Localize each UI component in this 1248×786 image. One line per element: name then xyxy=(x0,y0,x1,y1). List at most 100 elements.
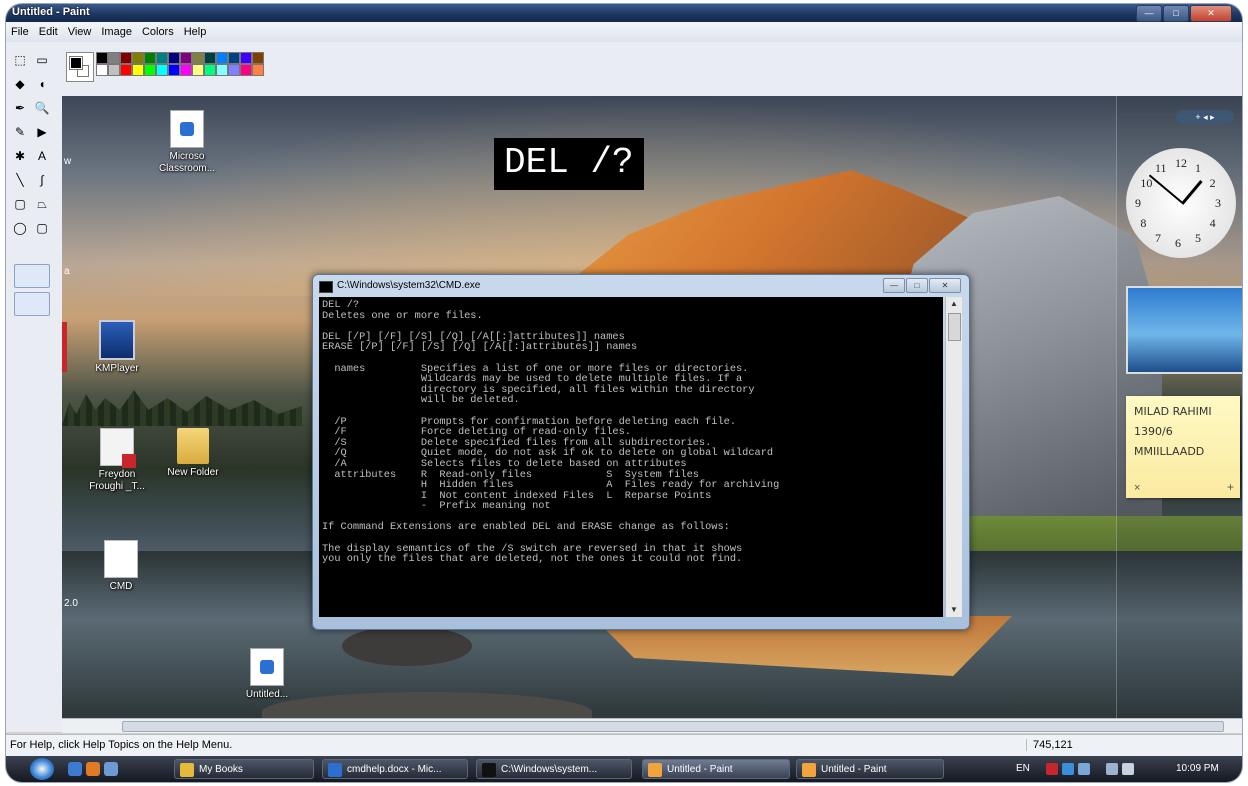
scroll-thumb[interactable] xyxy=(948,313,961,341)
scroll-up-icon[interactable]: ▲ xyxy=(946,297,962,311)
color-swatch[interactable] xyxy=(228,64,240,76)
color-swatch[interactable] xyxy=(144,52,156,64)
color-swatch[interactable] xyxy=(192,52,204,64)
left-fragment: a xyxy=(64,266,70,277)
cmd-close-button[interactable]: ✕ xyxy=(929,278,961,293)
color-swatch[interactable] xyxy=(204,52,216,64)
color-swatch[interactable] xyxy=(120,52,132,64)
menu-edit[interactable]: Edit xyxy=(34,26,63,38)
brush-icon[interactable]: ▶ xyxy=(34,124,50,140)
color-swatch[interactable] xyxy=(240,52,252,64)
firefox-icon[interactable] xyxy=(86,762,100,776)
desktop-icon-kmplayer[interactable]: KMPlayer xyxy=(82,320,152,375)
maximize-button[interactable]: □ xyxy=(1163,5,1189,22)
show-desktop-icon[interactable] xyxy=(68,762,82,776)
color-swatch[interactable] xyxy=(228,52,240,64)
cmd-minimize-button[interactable]: — xyxy=(883,278,905,293)
start-button[interactable] xyxy=(30,758,54,780)
rect-select-icon[interactable]: ▭ xyxy=(34,52,50,68)
color-swatch[interactable] xyxy=(108,64,120,76)
text-icon[interactable]: A xyxy=(34,148,50,164)
taskbar-item[interactable]: Untitled - Paint xyxy=(642,759,790,779)
color-swatch[interactable] xyxy=(96,52,108,64)
rounded-rect-icon[interactable]: ▢ xyxy=(34,220,50,236)
console-output[interactable]: DEL /? Deletes one or more files. DEL [/… xyxy=(319,297,943,617)
note-line: MMIILLAADD xyxy=(1134,445,1205,458)
color-swatch[interactable] xyxy=(168,52,180,64)
fill-icon[interactable]: ◖ xyxy=(34,76,50,92)
console-scrollbar[interactable]: ▲ ▼ xyxy=(945,297,962,617)
line-icon[interactable]: ╲ xyxy=(12,172,28,188)
tray-app-icon[interactable] xyxy=(1046,763,1058,775)
volume-icon[interactable] xyxy=(1122,763,1134,775)
taskbar-item[interactable]: C:\Windows\system... xyxy=(476,759,632,779)
cmd-maximize-button[interactable]: □ xyxy=(906,278,928,293)
free-select-icon[interactable]: ⬚ xyxy=(12,52,28,68)
pencil-icon[interactable]: ✎ xyxy=(12,124,28,140)
switch-windows-icon[interactable] xyxy=(104,762,118,776)
note-add-icon[interactable]: + xyxy=(1227,480,1234,494)
canvas-horizontal-scrollbar[interactable] xyxy=(62,718,1242,733)
color-swatch[interactable] xyxy=(144,64,156,76)
taskbar-item[interactable]: cmdhelp.docx - Mic... xyxy=(322,759,468,779)
scroll-down-icon[interactable]: ▼ xyxy=(946,603,962,617)
color-swatch[interactable] xyxy=(204,64,216,76)
color-swatch[interactable] xyxy=(108,52,120,64)
sticky-note-gadget[interactable]: MILAD RAHIMI 1390/6 MMIILLAADD × + xyxy=(1126,396,1240,498)
minimize-button[interactable]: — xyxy=(1136,5,1162,22)
color-swatch[interactable] xyxy=(240,64,252,76)
color-swatch[interactable] xyxy=(156,64,168,76)
color-swatch[interactable] xyxy=(180,64,192,76)
color-swatch[interactable] xyxy=(132,52,144,64)
menu-colors[interactable]: Colors xyxy=(137,26,179,38)
cmd-window[interactable]: C:\Windows\system32\CMD.exe — □ ✕ DEL /?… xyxy=(312,274,970,630)
desktop-icon-untitled[interactable]: Untitled... xyxy=(232,648,302,701)
color-swatch[interactable] xyxy=(132,64,144,76)
color-swatch[interactable] xyxy=(120,64,132,76)
taskbar-item[interactable]: Untitled - Paint xyxy=(796,759,944,779)
language-indicator[interactable]: EN xyxy=(1016,759,1030,779)
hscroll-thumb[interactable] xyxy=(122,721,1224,732)
tray-app-icon[interactable] xyxy=(1078,763,1090,775)
magnifier-icon[interactable]: 🔍 xyxy=(34,100,50,116)
menu-image[interactable]: Image xyxy=(96,26,137,38)
title-bar[interactable]: Untitled - Paint — □ ✕ xyxy=(6,4,1242,22)
color-swatch[interactable] xyxy=(168,64,180,76)
desktop-icon-classroom[interactable]: Microso Classroom... xyxy=(152,110,222,175)
ellipse-icon[interactable]: ◯ xyxy=(12,220,28,236)
clock-gadget[interactable]: 12 1 2 3 4 5 6 7 8 9 10 11 xyxy=(1126,148,1236,258)
close-button[interactable]: ✕ xyxy=(1190,5,1232,22)
slideshow-gadget[interactable] xyxy=(1126,286,1242,374)
color-swatch[interactable] xyxy=(192,64,204,76)
menu-view[interactable]: View xyxy=(63,26,97,38)
sidebar-controls[interactable]: + ◂ ▸ xyxy=(1176,110,1234,124)
desktop-icon-label: Microso Classroom... xyxy=(158,151,216,174)
tool-option-transparent[interactable] xyxy=(14,292,50,316)
color-swatch[interactable] xyxy=(252,52,264,64)
menu-file[interactable]: File xyxy=(6,26,34,38)
current-colors[interactable] xyxy=(66,52,94,82)
eraser-icon[interactable]: ◆ xyxy=(12,76,28,92)
curve-icon[interactable]: ∫ xyxy=(34,172,50,188)
network-icon[interactable] xyxy=(1106,763,1118,775)
rectangle-icon[interactable]: ▢ xyxy=(12,196,28,212)
color-swatch[interactable] xyxy=(216,52,228,64)
color-swatch[interactable] xyxy=(252,64,264,76)
tool-option-opaque[interactable] xyxy=(14,264,50,288)
drawing-canvas[interactable]: w a 2.0 Microso Classroom... KMPlayer Fr… xyxy=(62,96,1242,718)
desktop-icon-freydon[interactable]: Freydon Froughi _T... xyxy=(82,428,152,493)
color-swatch[interactable] xyxy=(216,64,228,76)
airbrush-icon[interactable]: ✱ xyxy=(12,148,28,164)
desktop-icon-new-folder[interactable]: New Folder xyxy=(158,428,228,479)
clock-time[interactable]: 10:09 PM xyxy=(1176,759,1219,779)
color-picker-icon[interactable]: ✒ xyxy=(12,100,28,116)
note-close-icon[interactable]: × xyxy=(1134,482,1140,494)
color-swatch[interactable] xyxy=(96,64,108,76)
taskbar-item[interactable]: My Books xyxy=(174,759,314,779)
menu-help[interactable]: Help xyxy=(179,26,212,38)
color-swatch[interactable] xyxy=(156,52,168,64)
color-swatch[interactable] xyxy=(180,52,192,64)
tray-app-icon[interactable] xyxy=(1062,763,1074,775)
polygon-icon[interactable]: ⏢ xyxy=(34,196,50,212)
desktop-icon-cmd[interactable]: CMD xyxy=(86,540,156,593)
